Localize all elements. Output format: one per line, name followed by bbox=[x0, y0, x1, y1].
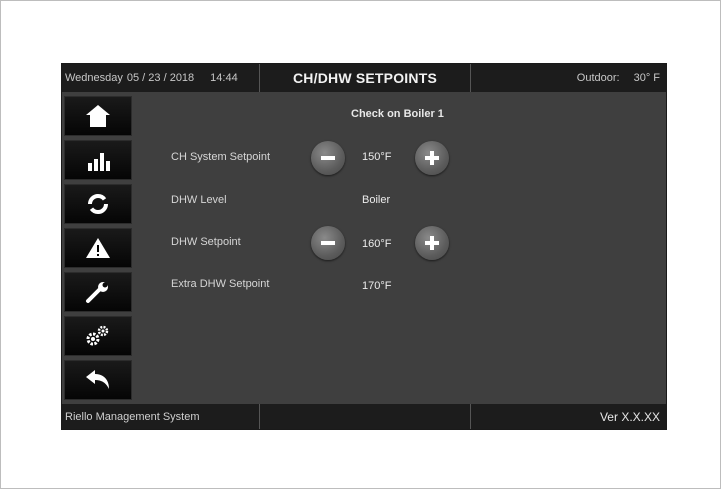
footer-status bbox=[259, 404, 471, 429]
cycle-icon bbox=[86, 192, 110, 216]
plus-icon bbox=[425, 151, 439, 165]
ch-setpoint-decrease-button[interactable] bbox=[311, 141, 345, 175]
footer-bar: Riello Management System Ver X.X.XX bbox=[62, 404, 666, 429]
dhw-setpoint-decrease-button[interactable] bbox=[311, 226, 345, 260]
outdoor-label: Outdoor: bbox=[576, 72, 620, 84]
check-boiler-title: Check on Boiler 1 bbox=[351, 108, 444, 120]
nav-statistics-button[interactable] bbox=[64, 140, 132, 180]
version-label: Ver X.X.XX bbox=[599, 409, 660, 424]
date-label: 05 / 23 / 2018 bbox=[126, 72, 195, 84]
ch-system-setpoint-label: CH System Setpoint bbox=[171, 151, 271, 163]
extra-dhw-setpoint-label: Extra DHW Setpoint bbox=[171, 278, 270, 290]
extra-dhw-setpoint-value: 170°F bbox=[362, 280, 392, 292]
warning-icon bbox=[85, 237, 111, 259]
time-label: 14:44 bbox=[210, 72, 238, 84]
nav-service-button[interactable] bbox=[64, 272, 132, 312]
dhw-level-value: Boiler bbox=[362, 194, 391, 206]
plus-icon bbox=[425, 236, 439, 250]
ch-system-setpoint-value: 150°F bbox=[362, 151, 392, 163]
nav-home-button[interactable] bbox=[64, 96, 132, 136]
bar-chart-icon bbox=[85, 149, 111, 171]
outdoor-temp-display: Outdoor: 30° F bbox=[470, 64, 666, 92]
day-label: Wednesday bbox=[65, 72, 123, 84]
setpoints-panel: Check on Boiler 1 CH System Setpoint 150… bbox=[136, 92, 666, 404]
nav-back-button[interactable] bbox=[64, 360, 132, 400]
ch-setpoint-increase-button[interactable] bbox=[415, 141, 449, 175]
system-name: Riello Management System bbox=[65, 410, 200, 423]
back-arrow-icon bbox=[85, 369, 111, 391]
header-bar: Wednesday 05 / 23 / 2018 14:44 CH/DHW SE… bbox=[62, 64, 666, 92]
datetime-display: Wednesday 05 / 23 / 2018 14:44 bbox=[62, 64, 261, 92]
sidebar-nav bbox=[62, 92, 134, 404]
gears-icon bbox=[84, 324, 112, 348]
dhw-level-label: DHW Level bbox=[171, 194, 227, 206]
nav-cycle-button[interactable] bbox=[64, 184, 132, 224]
home-icon bbox=[85, 104, 111, 128]
minus-icon bbox=[321, 241, 335, 245]
page-title: CH/DHW SETPOINTS bbox=[259, 64, 471, 92]
wrench-icon bbox=[85, 280, 111, 304]
nav-alarms-button[interactable] bbox=[64, 228, 132, 268]
dhw-setpoint-increase-button[interactable] bbox=[415, 226, 449, 260]
outdoor-value: 30° F bbox=[633, 72, 660, 84]
minus-icon bbox=[321, 156, 335, 160]
controller-screen: Wednesday 05 / 23 / 2018 14:44 CH/DHW SE… bbox=[61, 63, 667, 430]
dhw-setpoint-value: 160°F bbox=[362, 238, 392, 250]
dhw-setpoint-label: DHW Setpoint bbox=[171, 236, 241, 248]
nav-settings-button[interactable] bbox=[64, 316, 132, 356]
